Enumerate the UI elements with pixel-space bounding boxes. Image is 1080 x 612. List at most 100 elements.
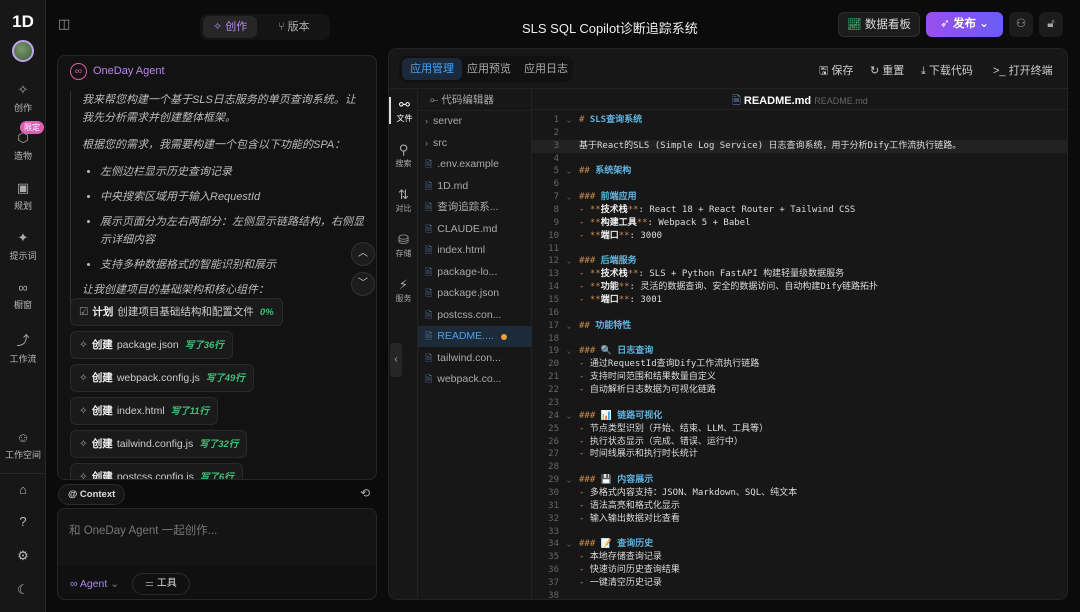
code-line: 16 (532, 307, 1068, 320)
activity-3[interactable]: ⛁ 存储 (389, 232, 418, 259)
reset-button[interactable]: ↻ 重置 (870, 62, 904, 78)
agent-mode-select[interactable]: ∞ Agent ⌄ (70, 578, 119, 590)
activity-1[interactable]: ⚲ 搜索 (389, 142, 418, 169)
activity-4[interactable]: ⚡ 服务 (389, 277, 418, 304)
sidebar-item-2[interactable]: ▣ 规划 (0, 180, 46, 212)
file-tree-item[interactable]: 🗎︎ .env.example (418, 154, 532, 175)
activity-2[interactable]: ⇅ 对比 (389, 187, 418, 214)
file-tree-item[interactable]: 🗎︎ 查询追踪系... (418, 197, 532, 218)
collapse-tree-button[interactable]: ‹ (390, 343, 402, 377)
sidebar-item-label: 提示词 (9, 251, 37, 261)
tab-app-logs[interactable]: 应用日志 (516, 58, 576, 80)
moon-icon[interactable]: ☾ (0, 582, 46, 598)
help-icon[interactable]: ? (0, 514, 46, 529)
file-tree-item[interactable]: 🗎︎ webpack.co... (418, 369, 532, 390)
sidebar-item-6[interactable]: ☺ 工作空间 (0, 430, 46, 461)
code-line: 33 (532, 526, 1068, 539)
lock-button[interactable]: 🔓︎ (1039, 12, 1063, 37)
file-icon: 🗎︎ (425, 245, 433, 255)
code-line: 14 - **功能**: 灵活的数据查询、安全的数据访问、自动构建Dify链路拓扑 (532, 281, 1068, 294)
fold-chevron-icon: ⌄ (566, 115, 572, 124)
code-line: 1 ⌄ # SLS查询系统 (532, 114, 1068, 127)
bold-text: 构建工具 (600, 217, 637, 228)
chat-step[interactable]: ✧ 创建 postcss.config.js 写了6行 (70, 463, 243, 479)
wand-icon: ✧ (79, 471, 88, 479)
line-text: 一键清空历史记录 (589, 577, 662, 588)
scroll-down-button[interactable]: ﹀ (351, 272, 375, 296)
scroll-up-button[interactable]: ︿ (351, 242, 375, 266)
code-line: 10 - **端口**: 3000 (532, 230, 1068, 243)
home-icon[interactable]: ⌂ (0, 482, 46, 497)
file-tree-item[interactable]: 🗎︎ postcss.con... (418, 305, 532, 326)
line-number: 24 (548, 410, 559, 421)
file-tree-item[interactable]: 🗎︎ tailwind.con... (418, 348, 532, 369)
tab-version[interactable]: ⑂ 版本 (268, 16, 320, 38)
line-number: 21 (548, 372, 559, 383)
line-text: : 灵活的数据查询、安全的数据访问、自动构建Dify链路拓扑 (629, 282, 879, 293)
refresh-icon: ↻ (870, 65, 883, 77)
chat-panel: ∞ OneDay Agent 我来帮您构建一个基于SLS日志服务的单页查询系统。让… (57, 55, 377, 480)
open-terminal-button[interactable]: >_ 打开终端 (993, 62, 1053, 78)
settings-icon[interactable]: ⚙ (0, 548, 46, 564)
fold-chevron-icon: ⌄ (566, 475, 572, 485)
step-verb: 创建 (91, 339, 113, 351)
tools-button[interactable]: ⚌ 工具 (132, 573, 190, 595)
chat-step[interactable]: ✧ 创建 index.html 写了11行 (70, 397, 219, 425)
code-editor[interactable]: 🗎︎ README.md README.md 1 ⌄ # SLS查询系统 2 3 基于Re… (532, 89, 1068, 601)
line-number: 33 (548, 526, 559, 537)
chat-input[interactable]: 和 OneDay Agent 一起创作... (69, 522, 217, 538)
tab-app-preview[interactable]: 应用预览 (459, 58, 519, 80)
file-tree-item[interactable]: 🗎︎ index.html (418, 240, 532, 261)
download-code-button[interactable]: ⤓ 下载代码 (921, 62, 973, 78)
file-tree-item[interactable]: 🗎︎ README.... (418, 326, 532, 347)
avatar[interactable] (12, 40, 34, 62)
sidebar-item-1[interactable]: ⬡ 造物 (0, 130, 46, 162)
history-icon[interactable]: ⟲ (360, 486, 370, 500)
chat-step[interactable]: ✧ 创建 package.json 写了36行 (70, 331, 233, 359)
code-line: 32 - 输入输出数据对比查看 (532, 513, 1068, 526)
heading-marker: ### (579, 192, 596, 203)
file-name: tailwind.con... (437, 351, 501, 364)
sidebar-item-3[interactable]: ✦ 提示词 (0, 230, 46, 262)
file-tree-item[interactable]: 🗎︎ 1D.md (418, 176, 532, 197)
app-panel: 应用管理 应用预览 应用日志 🖫︎ 保存 ↻ 重置 ⤓ 下载代码 >_ 打开终端… (388, 48, 1069, 601)
wand-icon: ✧ (79, 438, 88, 450)
chat-step[interactable]: ✧ 创建 tailwind.config.js 写了32行 (70, 430, 248, 458)
tab-app-manage[interactable]: 应用管理 (402, 58, 462, 80)
code-line: 29 ⌄ ### 💾 内容展示 (532, 474, 1068, 487)
line-text: : Webpack 5 + Babel (647, 217, 751, 228)
sidebar-item-5[interactable]: ⤴ 工作流 (0, 330, 46, 365)
file-tree-item[interactable]: 🗎︎ CLAUDE.md (418, 219, 532, 240)
tab-create[interactable]: ✧ 创作 (203, 16, 258, 38)
file-tree-item[interactable]: › src (418, 133, 532, 154)
file-tree-item[interactable]: › server (418, 111, 532, 132)
file-tree-item[interactable]: 🗎︎ package-lo... (418, 262, 532, 283)
file-icon: 🗎︎ (425, 223, 433, 234)
list-dash: - (579, 423, 590, 434)
save-button[interactable]: 🖫︎ 保存 (819, 62, 853, 81)
line-text: 基于React的SLS (Simple Log Service) 日志查询系统，… (579, 140, 962, 151)
heading-text: 系统架构 (589, 166, 632, 177)
step-progress: 写了6行 (199, 472, 234, 479)
code-line: 30 - 多格式内容支持：JSON、Markdown、SQL、纯文本 (532, 487, 1068, 500)
context-button[interactable]: @ Context (58, 484, 126, 505)
sidebar-toggle-icon[interactable]: ◫ (58, 16, 70, 32)
file-name: CLAUDE.md (437, 222, 498, 235)
publish-button[interactable]: ➶ 发布 ⌄ (926, 12, 1003, 37)
sidebar-item-4[interactable]: ∞ 橱窗 (0, 280, 46, 311)
chat-step[interactable]: ☑ 计划 创建项目基础结构和配置文件 0% (70, 298, 283, 326)
dashboard-button[interactable]: 📈︎ 数据看板 (838, 12, 920, 37)
file-tree-item[interactable]: 🗎︎ package.json (418, 283, 532, 304)
line-number: 3 (553, 140, 559, 151)
chat-step[interactable]: ✧ 创建 webpack.config.js 写了49行 (70, 364, 254, 392)
collaborators-button[interactable]: ⚇ (1009, 12, 1033, 37)
activity-0[interactable]: ⚯ 文件 (389, 97, 418, 124)
line-number: 32 (548, 513, 559, 524)
sidebar-item-label: 创作 (13, 103, 32, 113)
line-number: 16 (548, 307, 559, 318)
line-number: 38 (548, 590, 559, 601)
line-text: 快速访问历史查询结果 (589, 565, 680, 576)
code-line: 18 (532, 333, 1068, 346)
sidebar-item-0[interactable]: ✧ 创作 (0, 82, 46, 114)
list-dash: - (579, 436, 590, 447)
